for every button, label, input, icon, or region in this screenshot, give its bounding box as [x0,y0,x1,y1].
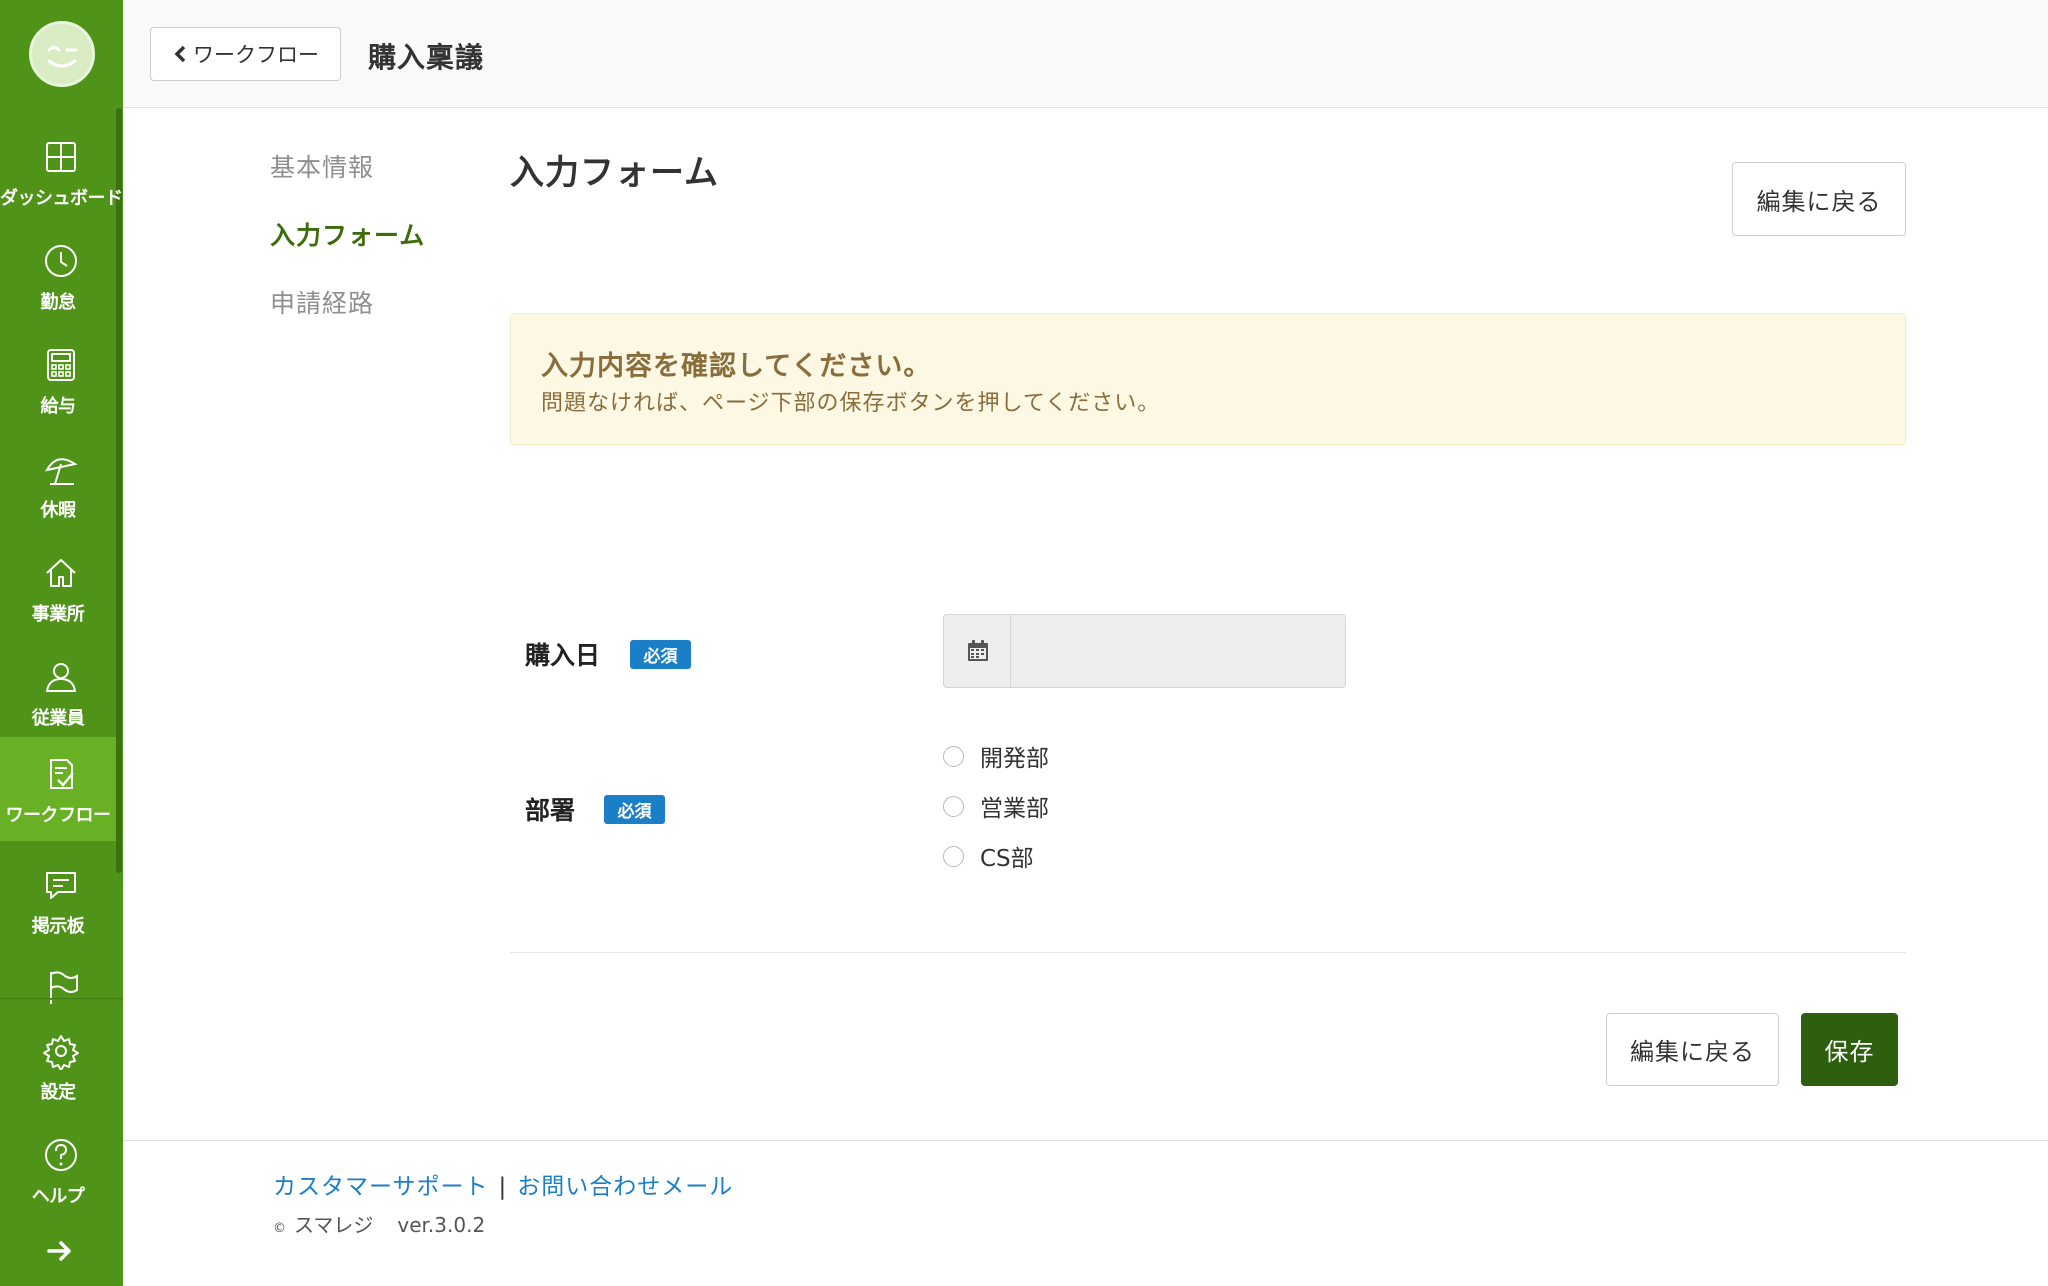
sidebar-item-label: ヘルプ [31,1186,85,1207]
brand-name: スマレジ [294,1213,374,1237]
required-badge: 必須 [604,795,665,824]
home-icon [46,559,76,587]
confirmation-alert: 入力内容を確認してください。 問題なければ、ページ下部の保存ボタンを押してくださ… [510,313,1906,445]
form-title: 入力フォーム [510,153,719,193]
sidebar-scrollbar[interactable] [116,108,122,873]
clock-icon [45,245,77,277]
back-to-edit-button[interactable]: 編集に戻る [1732,162,1906,236]
sidebar-item-label: 従業員 [31,708,85,729]
calculator-icon [47,349,75,381]
alert-title: 入力内容を確認してください。 [541,351,932,382]
flag-icon[interactable] [42,968,80,1006]
department-option-sales[interactable]: 営業部 [943,789,1049,823]
purchase-date-field [943,614,1346,688]
chevron-left-icon [174,45,186,63]
arrow-right-icon[interactable] [47,1240,73,1262]
sidebar-item-office[interactable]: 事業所 [0,536,116,640]
purchase-date-label: 購入日 [525,641,601,670]
required-badge: 必須 [630,640,691,669]
sidebar-item-employees[interactable]: 従業員 [0,640,116,744]
radio-button[interactable] [943,745,964,767]
alert-message: 問題なければ、ページ下部の保存ボタンを押してください。 [541,391,1161,416]
department-label: 部署 [525,796,576,825]
sidebar-item-leave[interactable]: 休暇 [0,432,116,536]
sidebar-item-board[interactable]: 掲示板 [0,848,116,952]
sidebar-item-label: 休暇 [40,500,77,521]
step-input-form[interactable]: 入力フォーム [270,216,425,252]
step-approval-route[interactable]: 申請経路 [270,284,374,320]
workflow-icon [50,759,74,789]
back-to-workflow-button[interactable]: ワークフロー [150,27,341,81]
copyright-symbol: © [273,1221,286,1236]
help-icon [45,1139,77,1171]
radio-button[interactable] [943,845,964,867]
sidebar-item-label: 給与 [40,396,77,417]
sidebar-item-attendance[interactable]: 勤怠 [0,224,116,328]
logo-icon[interactable] [29,21,95,87]
footer-links: カスタマーサポート | お問い合わせメール [273,1167,733,1201]
sidebar-item-label: 事業所 [31,604,85,625]
dashboard-icon [46,142,76,172]
radio-label: 開発部 [980,746,1049,772]
beach-umbrella-icon [45,458,78,485]
department-option-development[interactable]: 開発部 [943,739,1049,773]
user-icon [45,663,77,692]
page-header: ワークフロー 購入稟議 [123,0,2048,108]
sidebar-item-dashboard[interactable]: ダッシュボード [0,120,123,224]
page-footer: カスタマーサポート | お問い合わせメール © スマレジ ver.3.0.2 [123,1140,2048,1286]
sidebar-item-settings[interactable]: 設定 [0,1014,116,1118]
save-button[interactable]: 保存 [1801,1013,1898,1086]
footer-separator: | [498,1174,508,1200]
radio-label: 営業部 [980,796,1049,822]
version-text: ver.3.0.2 [397,1213,486,1237]
sidebar: ダッシュボード 勤怠 給与 休暇 事業所 従業員 ワークフロー 掲示板 設定 ヘ… [0,0,123,1286]
customer-support-link[interactable]: カスタマーサポート [273,1174,489,1200]
sidebar-item-label: 設定 [40,1082,77,1103]
page-title: 購入稟議 [368,41,485,74]
sidebar-item-label: 勤怠 [40,292,77,313]
purchase-date-input[interactable] [1012,615,1345,687]
step-basic-info[interactable]: 基本情報 [270,148,374,184]
sidebar-item-label: 掲示板 [31,916,85,937]
form-divider [510,952,1906,953]
back-button-label: ワークフロー [193,43,319,67]
radio-label: CS部 [980,846,1034,872]
gear-icon [43,1035,79,1070]
sidebar-divider [0,998,123,1000]
copyright: © スマレジ ver.3.0.2 [273,1209,485,1238]
department-option-cs[interactable]: CS部 [943,839,1034,873]
date-picker-addon[interactable] [944,615,1011,687]
contact-email-link[interactable]: お問い合わせメール [517,1174,733,1200]
sidebar-item-label: ワークフロー [5,805,112,826]
sidebar-item-payroll[interactable]: 給与 [0,328,116,432]
bottom-back-to-edit-button[interactable]: 編集に戻る [1606,1013,1779,1086]
sidebar-item-help[interactable]: ヘルプ [0,1118,116,1222]
calendar-icon [968,640,988,661]
message-icon [46,872,76,899]
radio-button[interactable] [943,795,964,817]
sidebar-item-label: ダッシュボード [0,188,123,209]
sidebar-item-workflow[interactable]: ワークフロー [0,737,116,841]
